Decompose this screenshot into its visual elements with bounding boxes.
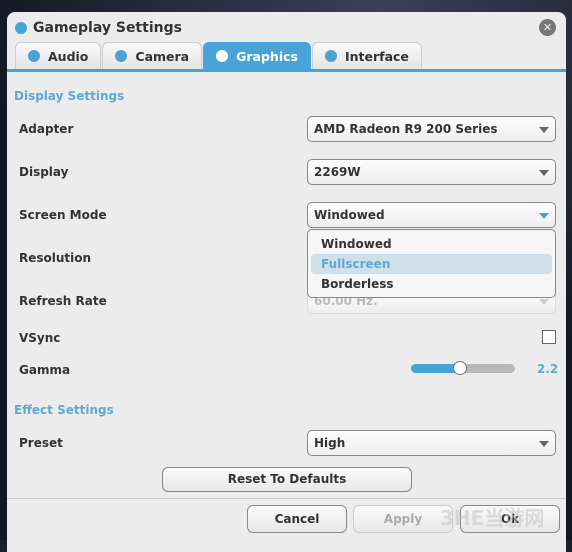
- gear-icon: [15, 22, 27, 34]
- option-borderless[interactable]: Borderless: [311, 274, 552, 294]
- preset-label: Preset: [19, 436, 63, 450]
- watermark: 3HE当游网: [440, 506, 545, 530]
- tab-graphics[interactable]: Graphics: [203, 42, 311, 69]
- slider-handle[interactable]: [452, 361, 467, 375]
- chevron-down-icon: [539, 299, 549, 305]
- gamma-value: 2.2: [537, 362, 559, 376]
- gear-icon: [324, 50, 337, 62]
- footer-divider: [7, 498, 566, 499]
- tab-underline: [7, 69, 566, 72]
- select-value: High: [314, 436, 346, 450]
- tab-label: Graphics: [236, 48, 298, 64]
- display-select[interactable]: 2269W: [307, 159, 556, 185]
- option-fullscreen[interactable]: Fullscreen: [311, 254, 552, 274]
- vsync-label: VSync: [19, 331, 61, 345]
- close-icon[interactable]: ✕: [539, 19, 556, 36]
- gamma-slider[interactable]: [411, 361, 515, 375]
- tab-audio[interactable]: Audio: [15, 42, 102, 69]
- tab-label: Audio: [48, 48, 89, 64]
- adapter-select[interactable]: AMD Radeon R9 200 Series: [307, 116, 556, 142]
- chevron-down-icon: [539, 127, 549, 133]
- screen-mode-select[interactable]: Windowed: [307, 202, 556, 228]
- reset-defaults-button[interactable]: Reset To Defaults: [162, 467, 412, 492]
- apply-button[interactable]: Apply: [353, 505, 453, 533]
- gear-icon: [28, 50, 40, 62]
- tab-interface[interactable]: Interface: [311, 42, 422, 69]
- select-value: AMD Radeon R9 200 Series: [314, 122, 498, 136]
- resolution-label: Resolution: [19, 251, 92, 265]
- settings-dialog: Gameplay Settings ✕ Audio Camera Graphic…: [7, 12, 566, 552]
- select-value: Windowed: [314, 208, 385, 222]
- cancel-button[interactable]: Cancel: [247, 505, 347, 533]
- screen-mode-dropdown-list: Windowed Fullscreen Borderless: [307, 229, 556, 298]
- screen-mode-label: Screen Mode: [19, 208, 107, 222]
- refresh-rate-label: Refresh Rate: [19, 294, 107, 308]
- chevron-down-icon: [539, 170, 549, 176]
- tab-label: Camera: [135, 48, 190, 64]
- tab-camera[interactable]: Camera: [102, 42, 203, 69]
- display-label: Display: [19, 165, 69, 179]
- chevron-down-icon: [539, 213, 549, 219]
- chevron-down-icon: [539, 441, 549, 447]
- select-value: 2269W: [314, 165, 361, 179]
- vsync-checkbox[interactable]: [542, 330, 556, 344]
- gear-icon: [216, 50, 229, 62]
- dialog-title: Gameplay Settings: [15, 20, 182, 36]
- title-text: Gameplay Settings: [33, 20, 182, 36]
- option-windowed[interactable]: Windowed: [311, 234, 552, 254]
- effect-settings-heading: Effect Settings: [14, 403, 114, 417]
- adapter-label: Adapter: [19, 122, 74, 136]
- gear-icon: [115, 50, 128, 62]
- preset-select[interactable]: High: [307, 430, 556, 456]
- tab-label: Interface: [344, 48, 409, 64]
- display-settings-heading: Display Settings: [14, 89, 125, 103]
- gamma-label: Gamma: [19, 363, 71, 377]
- tab-bar: Audio Camera Graphics Interface: [15, 42, 423, 69]
